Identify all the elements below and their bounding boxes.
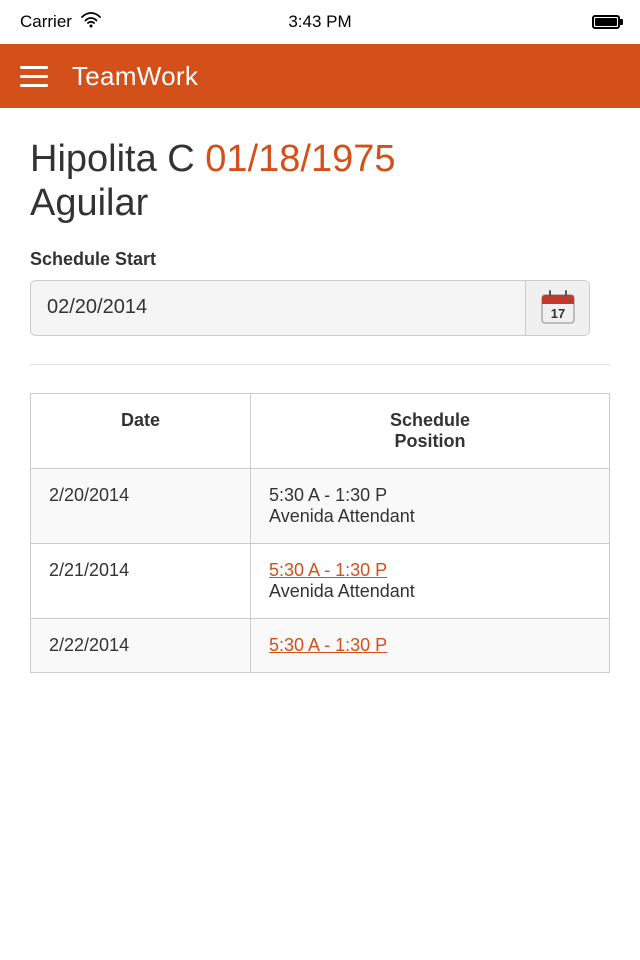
carrier-label: Carrier [20,12,72,32]
schedule-position: Avenida Attendant [269,581,591,602]
schedule-start-date-input[interactable] [31,296,525,319]
schedule-time[interactable]: 5:30 A - 1:30 P [269,635,591,656]
col-header-date: Date [31,393,251,468]
svg-text:17: 17 [550,306,564,321]
status-bar: Carrier 3:43 PM [0,0,640,44]
app-title: TeamWork [72,61,198,92]
calendar-icon: 17 [540,290,576,326]
calendar-picker-button[interactable]: 17 [525,281,589,335]
col-header-schedule-position: SchedulePosition [251,393,610,468]
person-first-name: Hipolita C [30,138,195,180]
wifi-icon [80,12,102,33]
person-header: Hipolita C 01/18/1975 Aguilar [30,138,610,225]
table-row: 2/22/2014 5:30 A - 1:30 P [31,618,610,672]
table-row: 2/21/20145:30 A - 1:30 PAvenida Attendan… [31,543,610,618]
navbar: TeamWork [0,44,640,108]
battery-icon [592,15,620,29]
status-carrier: Carrier [20,12,102,33]
table-cell-schedule: 5:30 A - 1:30 PAvenida Attendant [251,468,610,543]
status-time: 3:43 PM [288,12,351,32]
status-battery [592,15,620,29]
table-cell-date: 2/20/2014 [31,468,251,543]
schedule-time-link[interactable]: 5:30 A - 1:30 P [269,635,387,655]
main-content: Hipolita C 01/18/1975 Aguilar Schedule S… [0,108,640,693]
schedule-start-label: Schedule Start [30,249,610,270]
hamburger-line-1 [20,66,48,69]
schedule-start-section: Schedule Start 17 [30,249,610,336]
col-header-schedule-label: SchedulePosition [390,410,470,451]
schedule-time-link[interactable]: 5:30 A - 1:30 P [269,560,387,580]
hamburger-line-2 [20,75,48,78]
schedule-time: 5:30 A - 1:30 P [269,485,591,506]
hamburger-line-3 [20,84,48,87]
table-cell-schedule[interactable]: 5:30 A - 1:30 PAvenida Attendant [251,543,610,618]
table-cell-schedule[interactable]: 5:30 A - 1:30 P [251,618,610,672]
person-last-name: Aguilar [30,182,610,225]
hamburger-menu-button[interactable] [20,66,48,87]
table-cell-date: 2/21/2014 [31,543,251,618]
person-dob: 01/18/1975 [205,138,395,180]
section-divider [30,364,610,365]
table-cell-date: 2/22/2014 [31,618,251,672]
schedule-table: Date SchedulePosition 2/20/20145:30 A - … [30,393,610,673]
person-name-dob-line: Hipolita C 01/18/1975 [30,138,610,182]
table-header-row: Date SchedulePosition [31,393,610,468]
table-row: 2/20/20145:30 A - 1:30 PAvenida Attendan… [31,468,610,543]
date-input-wrapper[interactable]: 17 [30,280,590,336]
schedule-position: Avenida Attendant [269,506,591,527]
schedule-time[interactable]: 5:30 A - 1:30 P [269,560,591,581]
